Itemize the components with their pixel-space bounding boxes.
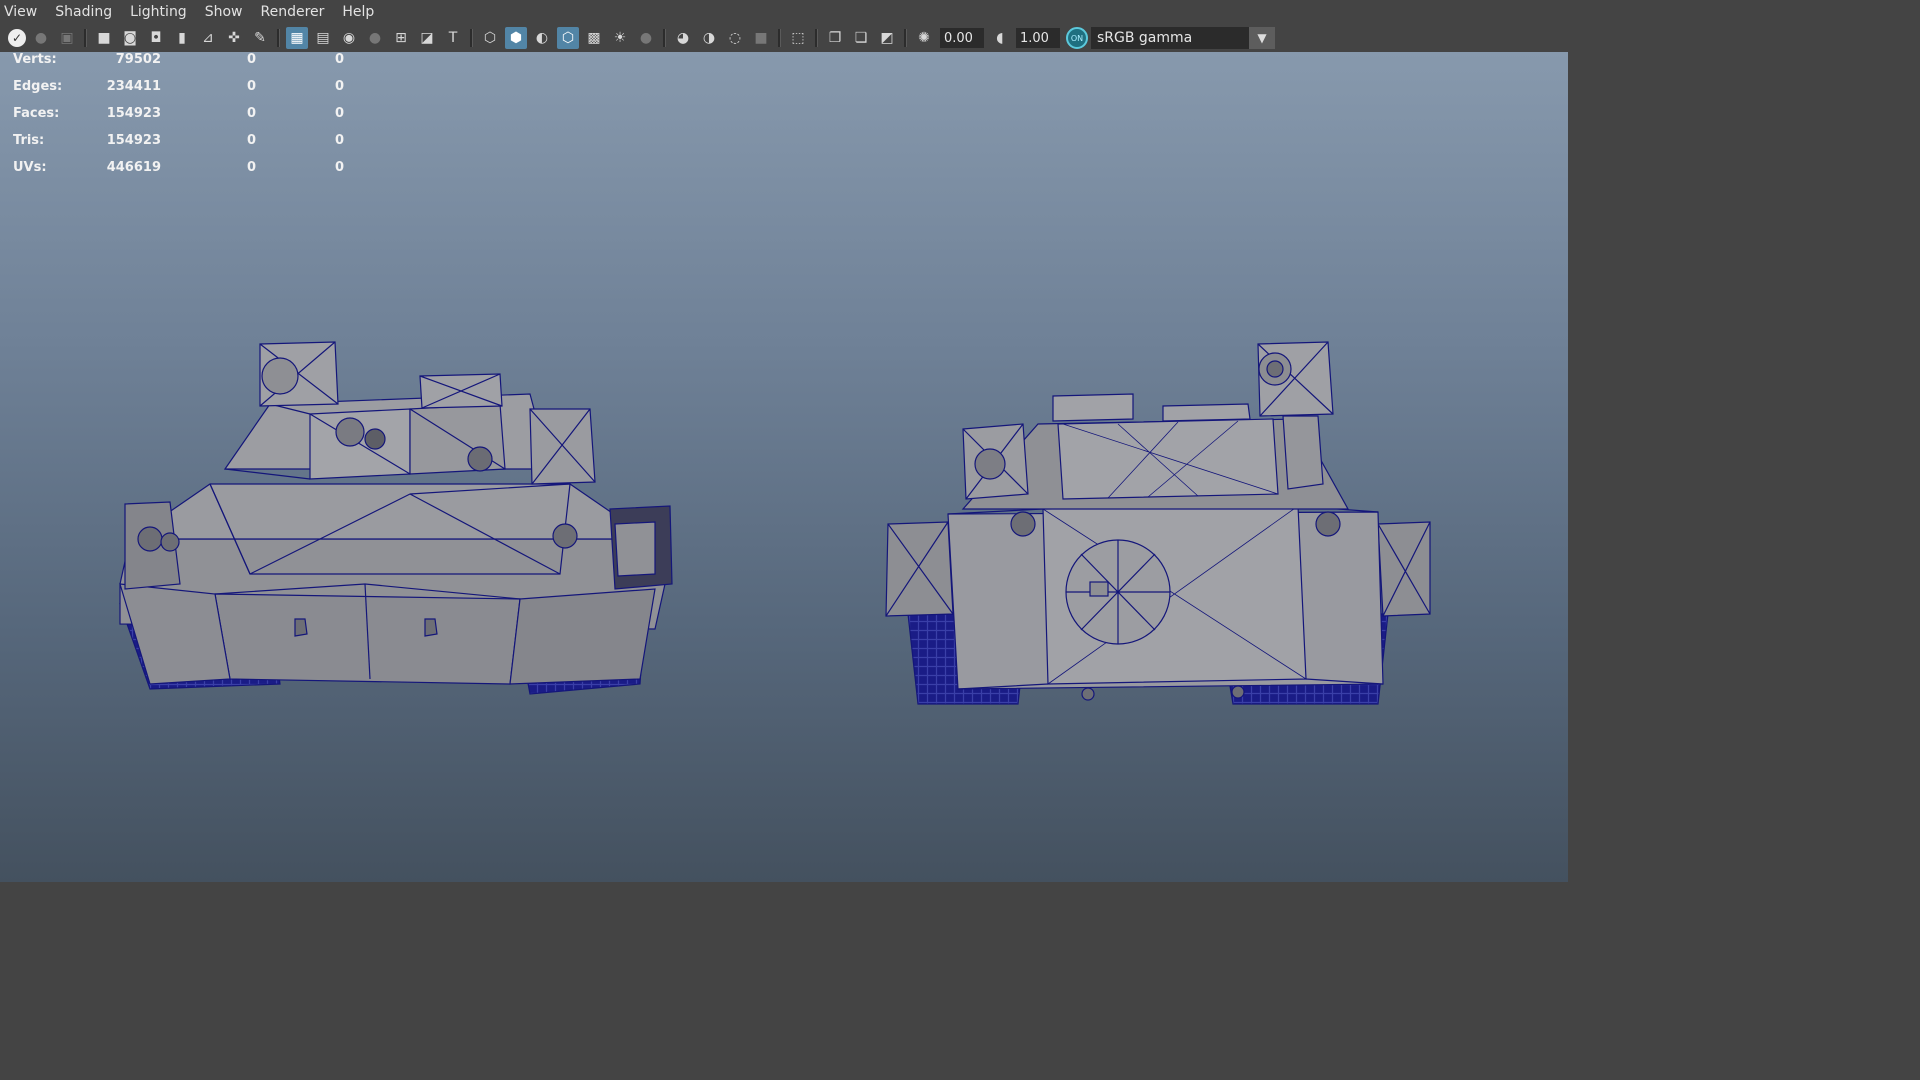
light-icon[interactable]: ☀: [609, 27, 631, 49]
xray-joints-icon[interactable]: ❏: [850, 27, 872, 49]
hud-label: Faces:: [13, 106, 60, 121]
screen-space-ao-icon[interactable]: ◕: [672, 27, 694, 49]
menu-lighting[interactable]: Lighting: [121, 0, 196, 24]
gamma-field[interactable]: 1.00: [1016, 28, 1060, 48]
gamma-icon[interactable]: ◖: [989, 27, 1011, 49]
maya-logo-icon[interactable]: ✓: [8, 29, 26, 47]
camera-bookmark-icon[interactable]: ◘: [145, 27, 167, 49]
gate-mask-icon[interactable]: ●: [364, 27, 386, 49]
hud-value: 0: [335, 52, 345, 67]
motion-blur-icon[interactable]: ◑: [698, 27, 720, 49]
hud-value: 0: [247, 133, 257, 148]
hud-label: Edges:: [13, 79, 63, 94]
3d-viewport[interactable]: Verts: 79502 0 0 Edges: 234411 0 0 Faces…: [0, 52, 1568, 882]
select-camera-icon[interactable]: ●: [30, 27, 52, 49]
menu-bar: View Shading Lighting Show Renderer Help: [0, 0, 1568, 24]
textured-icon[interactable]: ▩: [583, 27, 605, 49]
default-material-icon[interactable]: ◐: [531, 27, 553, 49]
smooth-shade-icon[interactable]: ⬢: [505, 27, 527, 49]
isolate-icon[interactable]: ⬚: [787, 27, 809, 49]
hud-value: 0: [247, 106, 257, 121]
hud-label: UVs:: [13, 160, 47, 175]
hud-value: 0: [335, 160, 345, 175]
menu-help[interactable]: Help: [333, 0, 383, 24]
poly-count-hud: Verts: 79502 0 0 Edges: 234411 0 0 Faces…: [13, 52, 373, 187]
hud-value: 0: [335, 79, 345, 94]
anti-alias-icon[interactable]: ◌: [724, 27, 746, 49]
menu-renderer[interactable]: Renderer: [251, 0, 333, 24]
hud-value: 0: [247, 52, 257, 67]
menu-shading[interactable]: Shading: [46, 0, 121, 24]
wireframe-on-shaded-icon[interactable]: ⬡: [557, 27, 579, 49]
hud-value: 0: [335, 106, 345, 121]
hud-value: 0: [247, 160, 257, 175]
color-space-value: sRGB gamma: [1097, 30, 1193, 46]
hud-value: 0: [247, 79, 257, 94]
xray-icon[interactable]: ❐: [824, 27, 846, 49]
image-plane-icon[interactable]: ⊿: [197, 27, 219, 49]
safe-title-icon[interactable]: T: [442, 27, 464, 49]
hud-label: Tris:: [13, 133, 45, 148]
hud-row-faces: Faces: 154923 0 0: [13, 106, 373, 133]
panel-toolbar: ✓ ● ▣ ■ ◙ ◘ ▮ ⊿ ✜ ✎ ▦ ▤ ◉ ● ⊞ ◪ T ⬡ ⬢ ◐ …: [0, 24, 1568, 53]
xray-components-icon[interactable]: ◩: [876, 27, 898, 49]
field-chart-icon[interactable]: ⊞: [390, 27, 412, 49]
hud-value: 234411: [106, 79, 161, 94]
exposure-field[interactable]: 0.00: [940, 28, 984, 48]
dropdown-arrow-icon[interactable]: ▼: [1249, 27, 1275, 49]
hud-row-tris: Tris: 154923 0 0: [13, 133, 373, 160]
camera-icon[interactable]: ■: [93, 27, 115, 49]
toolbar-separator: [904, 29, 907, 47]
toolbar-separator: [663, 29, 666, 47]
camera-attributes-icon[interactable]: ▣: [56, 27, 78, 49]
shadow-icon[interactable]: ●: [635, 27, 657, 49]
safe-action-icon[interactable]: ◪: [416, 27, 438, 49]
film-gate-icon[interactable]: ▤: [312, 27, 334, 49]
toolbar-separator: [470, 29, 473, 47]
depth-of-field-icon[interactable]: ■: [750, 27, 772, 49]
hud-label: Verts:: [13, 52, 57, 67]
wireframe-cube-icon[interactable]: ⬡: [479, 27, 501, 49]
toolbar-separator: [277, 29, 280, 47]
toolbar-separator: [778, 29, 781, 47]
hud-row-edges: Edges: 234411 0 0: [13, 79, 373, 106]
grid-icon[interactable]: ▦: [286, 27, 308, 49]
menu-view[interactable]: View: [0, 0, 46, 24]
hud-row-uvs: UVs: 446619 0 0: [13, 160, 373, 187]
hud-value: 446619: [106, 160, 161, 175]
bookmark-icon[interactable]: ▮: [171, 27, 193, 49]
hud-row-verts: Verts: 79502 0 0: [13, 52, 373, 79]
2d-pan-zoom-icon[interactable]: ✜: [223, 27, 245, 49]
color-space-dropdown[interactable]: sRGB gamma ▼: [1091, 27, 1275, 49]
toolbar-separator: [815, 29, 818, 47]
tank-model-rear-view[interactable]: [878, 284, 1438, 714]
camera-lock-icon[interactable]: ◙: [119, 27, 141, 49]
toolbar-separator: [84, 29, 87, 47]
hud-value: 0: [335, 133, 345, 148]
color-management-toggle[interactable]: ON: [1066, 27, 1088, 49]
exposure-icon[interactable]: ✺: [913, 27, 935, 49]
menu-show[interactable]: Show: [196, 0, 252, 24]
grease-pencil-icon[interactable]: ✎: [249, 27, 271, 49]
hud-value: 154923: [106, 106, 161, 121]
hud-value: 154923: [106, 133, 161, 148]
tank-model-front-view[interactable]: [110, 284, 690, 704]
resolution-gate-icon[interactable]: ◉: [338, 27, 360, 49]
hud-value: 79502: [115, 52, 161, 67]
